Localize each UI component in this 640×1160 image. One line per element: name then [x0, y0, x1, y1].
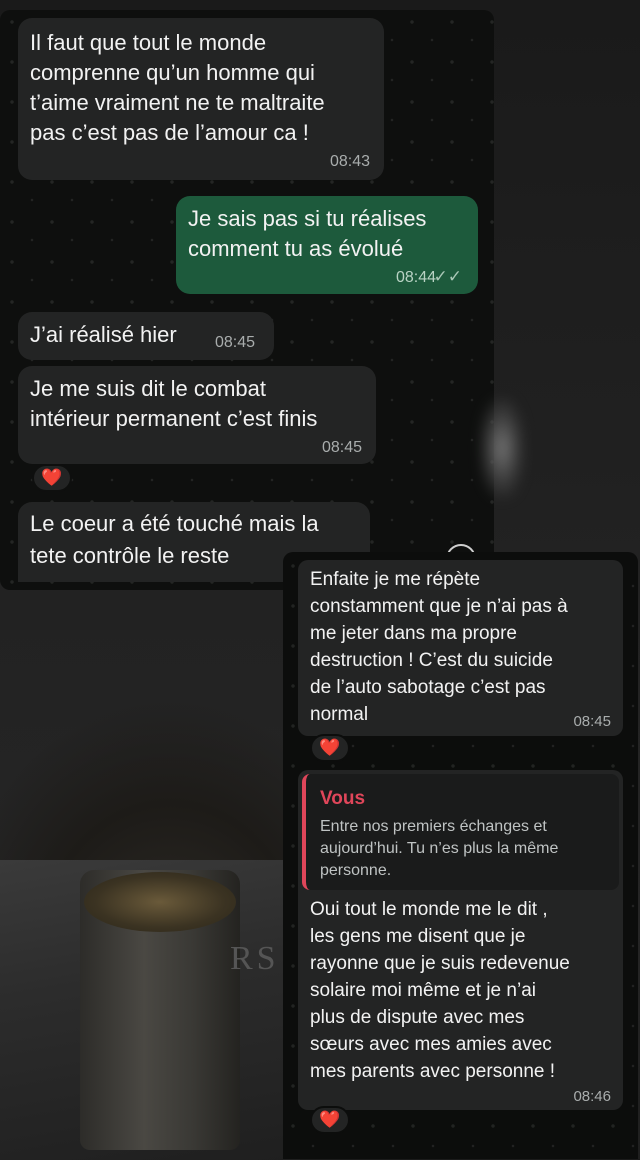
quoted-reply[interactable]: Vous Entre nos premiers échanges et aujo… [302, 774, 619, 890]
message-text: Je sais pas si tu réalises comment tu as… [188, 206, 427, 261]
message-text: Il faut que tout le monde comprenne qu’u… [30, 30, 325, 145]
message-bubble[interactable]: Je me suis dit le combat intérieur perma… [18, 366, 376, 464]
heart-reaction-icon[interactable]: ❤️ [310, 1106, 350, 1134]
heart-reaction-icon[interactable]: ❤️ [32, 464, 72, 492]
message-bubble[interactable]: Enfaite je me répète constamment que je … [298, 560, 623, 736]
message-text: Enfaite je me répète constamment que je … [310, 569, 568, 725]
message-bubble[interactable]: Il faut que tout le monde comprenne qu’u… [18, 18, 384, 180]
message-time: 08:45 [321, 439, 362, 456]
message-bubble-with-reply[interactable]: Vous Entre nos premiers échanges et aujo… [298, 770, 623, 1110]
quoted-author: Vous [320, 788, 366, 809]
message-text: Je me suis dit le combat intérieur perma… [30, 376, 318, 431]
message-bubble-outgoing[interactable]: Je sais pas si tu réalises comment tu as… [176, 196, 478, 294]
candle-top [84, 872, 236, 932]
message-time: 08:44 [395, 269, 436, 286]
message-time: 08:43 [329, 153, 370, 170]
message-time: 08:45 [215, 334, 256, 351]
read-ticks-icon: ✓✓ [433, 267, 463, 286]
message-time: 08:46 [573, 1088, 611, 1105]
blurred-sticker [480, 398, 524, 498]
heart-reaction-icon[interactable]: ❤️ [310, 734, 350, 762]
quoted-text: Entre nos premiers échanges et aujourd’h… [320, 818, 559, 879]
message-text: Oui tout le monde me le dit , les gens m… [310, 899, 570, 1082]
message-bubble[interactable]: J’ai réalisé hier 08:45 [18, 312, 274, 360]
message-time: 08:45 [573, 713, 611, 730]
message-text: J’ai réalisé hier [30, 322, 177, 347]
message-text: Le coeur a été touché mais la tete contr… [30, 511, 319, 568]
